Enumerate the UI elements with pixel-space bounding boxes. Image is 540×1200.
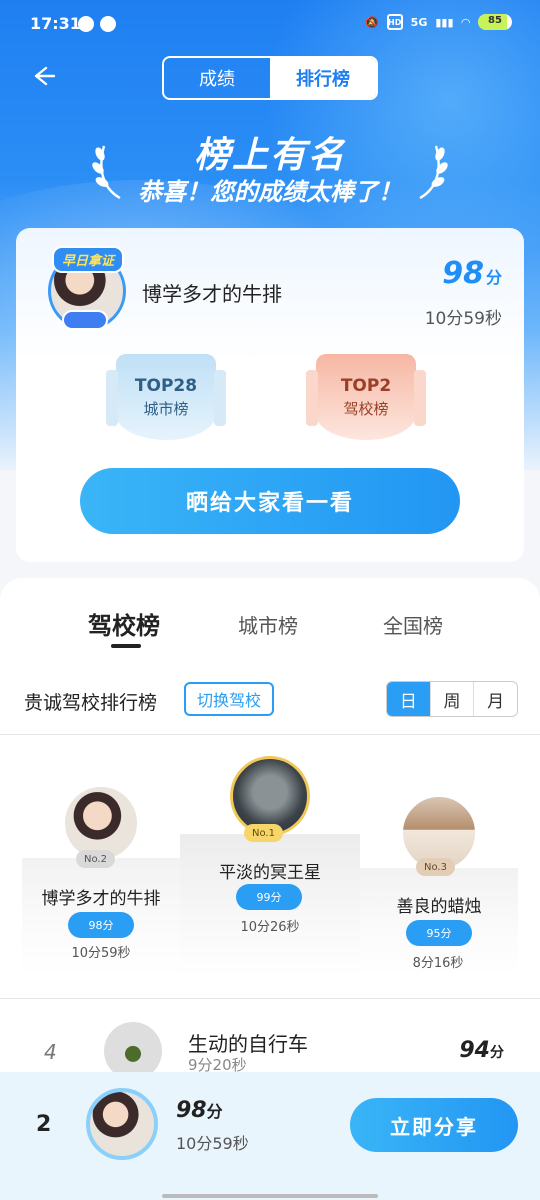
my-score-value: 98	[442, 256, 484, 291]
hero-subtitle: 恭喜！您的成绩太棒了！	[138, 178, 402, 206]
switch-school-button[interactable]: 切换驾校	[184, 682, 274, 716]
period-week[interactable]: 周	[429, 682, 474, 716]
tab-score[interactable]: 成绩	[164, 58, 270, 98]
tab-indicator	[111, 644, 141, 648]
page-switch: 成绩 排行榜	[162, 56, 378, 100]
mute-icon: 🔕	[364, 15, 379, 29]
hero-title: 榜上有名	[193, 135, 346, 176]
badge-wing	[106, 370, 118, 426]
car-badge-icon	[62, 310, 108, 330]
show-off-button[interactable]: 晒给大家看一看	[80, 468, 460, 534]
city-rank: TOP28	[134, 375, 198, 396]
podium-score: 99分	[236, 884, 302, 910]
list-score-unit: 分	[490, 1045, 504, 1061]
podium-name: 平淡的冥王星	[219, 863, 321, 883]
status-time: 17:31	[30, 14, 81, 33]
podium-score: 98分	[68, 912, 134, 938]
school-rank: TOP2	[340, 375, 392, 396]
avatar-frame-tag: 早日拿证	[52, 246, 125, 273]
period-selector: 日 周 月	[386, 681, 518, 717]
my-score-unit: 分	[485, 268, 502, 287]
status-bar: 17:31 🔕 HD 5G ▮▮▮ ◠ 85	[0, 0, 540, 48]
list-rank: 4	[44, 1040, 57, 1064]
my-duration: 10分59秒	[424, 309, 502, 329]
battery-label: 85	[488, 15, 502, 26]
period-day[interactable]: 日	[387, 682, 430, 716]
podium-time: 8分16秒	[412, 956, 464, 971]
rank-label: No.3	[416, 858, 455, 876]
badge-wing	[214, 370, 226, 426]
city-rank-badge: TOP28 城市榜	[106, 354, 226, 440]
podium-time: 10分59秒	[71, 946, 131, 961]
share-now-button[interactable]: 立即分享	[350, 1098, 518, 1152]
tab-leaderboard[interactable]: 排行榜	[270, 58, 376, 98]
list-name: 生动的自行车	[188, 1032, 308, 1056]
tab-school-board[interactable]: 驾校榜	[88, 606, 160, 641]
school-rank-label: 驾校榜	[343, 399, 389, 418]
my-duration: 10分59秒	[176, 1134, 249, 1153]
wifi-icon: ◠	[461, 15, 470, 29]
my-rank: 2	[36, 1112, 52, 1137]
my-score: 98分	[442, 256, 502, 291]
rank-label: No.1	[244, 824, 283, 842]
signal-icon: ▮▮▮	[435, 15, 454, 29]
message-icon	[100, 16, 116, 32]
podium-name: 博学多才的牛排	[41, 889, 161, 909]
tab-national-board[interactable]: 全国榜	[383, 610, 443, 639]
network-label: 5G	[410, 15, 428, 29]
ranking-tabs: 驾校榜 城市榜 全国榜	[0, 606, 540, 652]
period-month[interactable]: 月	[473, 682, 517, 716]
back-arrow-icon[interactable]	[28, 62, 56, 90]
my-score-value: 98	[176, 1098, 207, 1123]
my-result-card: 早日拿证 博学多才的牛排 98 分 10分59秒 TOP28 城市榜 TOP2 驾…	[16, 228, 524, 562]
podium-name: 善良的蜡烛	[396, 897, 482, 917]
my-nickname: 博学多才的牛排	[142, 282, 282, 306]
list-score-value: 94	[459, 1038, 490, 1063]
hd-icon: HD	[386, 14, 403, 30]
podium-time: 10分26秒	[240, 920, 300, 935]
status-icons: 🔕 HD 5G ▮▮▮ ◠ 85	[365, 14, 512, 30]
school-board-title: 贵诚驾校排行榜	[24, 692, 158, 714]
city-rank-label: 城市榜	[143, 399, 189, 418]
podium-score: 95分	[406, 920, 472, 946]
rank-label: No.2	[76, 850, 115, 868]
my-score-unit: 分	[206, 1102, 223, 1121]
wechat-icon	[78, 16, 94, 32]
school-rank-badge: TOP2 驾校榜	[306, 354, 426, 440]
tab-city-board[interactable]: 城市榜	[238, 610, 298, 639]
battery-icon: 85	[478, 14, 512, 30]
my-score: 98分	[176, 1098, 223, 1123]
badge-wing	[414, 370, 426, 426]
divider	[0, 734, 540, 735]
avatar	[86, 1088, 158, 1160]
home-indicator[interactable]	[162, 1194, 378, 1198]
divider	[0, 998, 540, 999]
my-rank-bar: 2 98分 10分59秒 立即分享	[0, 1072, 540, 1200]
badge-wing	[306, 370, 318, 426]
list-score: 94分	[459, 1038, 504, 1063]
